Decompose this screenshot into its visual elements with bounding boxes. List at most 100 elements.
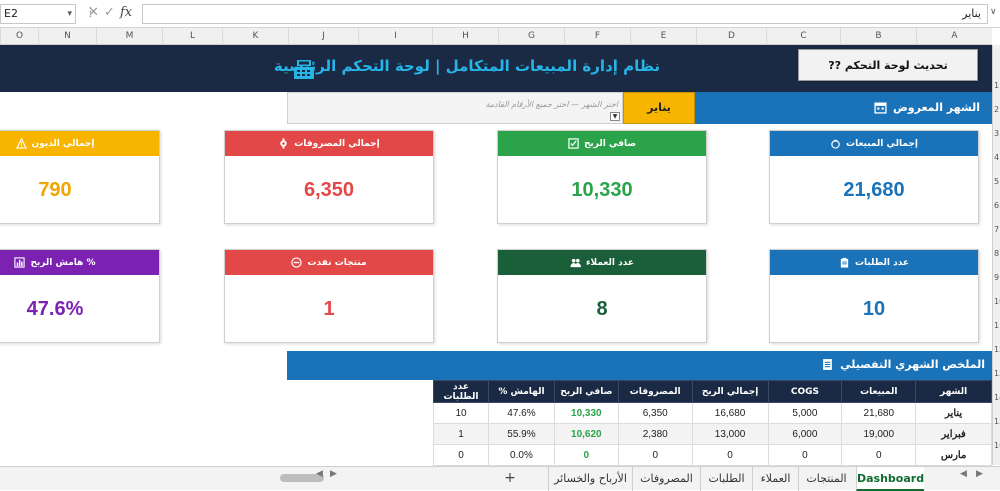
table-cell[interactable]: 0 xyxy=(767,444,843,466)
scroll-right-icon[interactable]: ▶ xyxy=(330,469,337,479)
table-cell[interactable]: 0 xyxy=(617,444,693,466)
column-header-k[interactable]: K xyxy=(222,28,288,45)
column-header-j[interactable]: J xyxy=(288,28,358,45)
table-cell[interactable]: 0 xyxy=(841,444,917,466)
table-cell[interactable]: 10 xyxy=(432,402,490,424)
row-header[interactable]: 15 xyxy=(994,417,1000,426)
column-header-f[interactable]: F xyxy=(564,28,630,45)
kpi-card: منتجات نفدت 1 xyxy=(224,249,434,343)
kpi-card-header: منتجات نفدت xyxy=(225,250,433,275)
sheet-tab[interactable]: المصروفات xyxy=(632,467,700,491)
table-cell[interactable]: 2,380 xyxy=(617,423,693,445)
summary-column-header: المصروفات xyxy=(617,380,693,403)
table-cell[interactable]: 10,330 xyxy=(553,402,619,424)
table-cell[interactable]: 0 xyxy=(553,444,619,466)
row-header[interactable]: 10 xyxy=(994,297,1000,306)
tab-prev-icon[interactable]: ◀ xyxy=(960,469,967,479)
row-header[interactable]: 16 xyxy=(994,441,1000,450)
row-header[interactable]: 5 xyxy=(994,177,999,186)
kpi-card-header: إجمالي الديون xyxy=(0,131,159,156)
checkbox-icon xyxy=(568,138,579,149)
table-cell[interactable]: 55.9% xyxy=(488,423,555,445)
row-header[interactable]: 8 xyxy=(994,249,999,258)
kpi-card-label: عدد العملاء xyxy=(585,257,635,268)
column-header-n[interactable]: N xyxy=(38,28,96,45)
table-cell[interactable]: 0 xyxy=(432,444,490,466)
kpi-card-header: % هامش الربح xyxy=(0,250,159,275)
kpi-card-value: 1 xyxy=(323,297,335,320)
sheet-tab[interactable]: المنتجات xyxy=(798,467,854,491)
chevron-down-icon[interactable]: ▾ xyxy=(67,5,72,23)
kpi-card-header: عدد العملاء xyxy=(498,250,706,275)
kpi-card: % هامش الربح 47.6% xyxy=(0,249,160,343)
column-header-g[interactable]: G xyxy=(498,28,564,45)
column-header-e[interactable]: E xyxy=(630,28,696,45)
scroll-left-icon[interactable]: ◀ xyxy=(316,469,323,479)
column-header-b[interactable]: B xyxy=(840,28,916,45)
fx-icon[interactable]: fx xyxy=(120,5,132,20)
refresh-dashboard-button[interactable]: تحديث لوحة التحكم ?? xyxy=(798,49,978,81)
row-header[interactable]: 12 xyxy=(994,345,1000,354)
document-icon xyxy=(823,359,832,370)
column-header-i[interactable]: I xyxy=(358,28,432,45)
table-cell[interactable]: 5,000 xyxy=(767,402,843,424)
table-cell[interactable]: مارس xyxy=(915,444,992,466)
column-header-a[interactable]: A xyxy=(916,28,992,45)
column-header-c[interactable]: C xyxy=(766,28,840,45)
table-cell[interactable]: 0 xyxy=(691,444,769,466)
table-cell[interactable]: 16,680 xyxy=(691,402,769,424)
column-header-m[interactable]: M xyxy=(96,28,162,45)
kpi-card-label: منتجات نفدت xyxy=(307,257,367,268)
cancel-icon[interactable]: ✕ xyxy=(88,6,99,20)
table-row: فبراير 19,000 6,000 13,000 2,380 10,620 55.9% 1 xyxy=(432,423,992,445)
summary-column-header: عدد الطلبات xyxy=(432,380,490,403)
sheet-tab[interactable]: Dashboard xyxy=(856,467,924,491)
table-cell[interactable]: فبراير xyxy=(915,423,992,445)
dropdown-arrow-icon[interactable]: ▼ xyxy=(610,112,620,121)
month-select[interactable]: يناير xyxy=(623,92,695,124)
sheet-tab[interactable]: العملاء xyxy=(752,467,798,491)
summary-header-row: الشهر المبيعات COGS إجمالي الربح المصروفات صا… xyxy=(432,380,992,403)
sheet-tab[interactable]: الطلبات xyxy=(700,467,752,491)
row-header[interactable]: 3 xyxy=(994,129,999,138)
table-cell[interactable]: 19,000 xyxy=(841,423,917,445)
kpi-card-label: إجمالي المصروفات xyxy=(294,138,380,149)
row-header[interactable]: 2 xyxy=(994,105,999,114)
summary-table: الشهر المبيعات COGS إجمالي الربح المصروفات صا… xyxy=(432,380,992,466)
row-header[interactable]: 13 xyxy=(994,369,1000,378)
table-cell[interactable]: 21,680 xyxy=(841,402,917,424)
clipboard-icon xyxy=(840,257,849,268)
row-header[interactable]: 6 xyxy=(994,201,999,210)
kpi-card: صافي الربح 10,330 xyxy=(497,130,707,224)
row-header[interactable]: 7 xyxy=(994,225,999,234)
money-bag-icon xyxy=(831,139,840,149)
table-cell[interactable]: 13,000 xyxy=(691,423,769,445)
tab-next-icon[interactable]: ▶ xyxy=(976,469,983,479)
formula-input[interactable]: يناير xyxy=(142,4,988,24)
row-header[interactable]: 1 xyxy=(994,81,999,90)
row-header[interactable]: 9 xyxy=(994,273,999,282)
row-header[interactable]: 14 xyxy=(994,393,1000,402)
row-header[interactable]: 11 xyxy=(994,321,1000,330)
column-header-h[interactable]: H xyxy=(432,28,498,45)
kpi-card: عدد العملاء 8 xyxy=(497,249,707,343)
table-cell[interactable]: 0.0% xyxy=(488,444,555,466)
summary-column-header: إجمالي الربح xyxy=(691,380,769,403)
column-header-d[interactable]: D xyxy=(696,28,766,45)
table-cell[interactable]: يناير xyxy=(915,402,992,424)
table-cell[interactable]: 47.6% xyxy=(488,402,555,424)
name-box[interactable]: E2 ▾ xyxy=(0,4,76,24)
column-header-o[interactable]: O xyxy=(0,28,38,45)
table-cell[interactable]: 1 xyxy=(432,423,490,445)
table-cell[interactable]: 6,000 xyxy=(767,423,843,445)
kpi-card-value: 10 xyxy=(862,297,886,320)
check-icon[interactable]: ✓ xyxy=(104,6,115,20)
sheet-tab[interactable]: الأرباح والخسائر xyxy=(548,467,632,491)
table-cell[interactable]: 6,350 xyxy=(617,402,693,424)
column-header-l[interactable]: L xyxy=(162,28,222,45)
add-sheet-button[interactable]: + xyxy=(500,466,520,490)
row-header[interactable]: 4 xyxy=(994,153,999,162)
expand-formula-icon[interactable]: ∨ xyxy=(990,7,997,17)
table-cell[interactable]: 10,620 xyxy=(553,423,619,445)
users-icon xyxy=(570,258,581,268)
